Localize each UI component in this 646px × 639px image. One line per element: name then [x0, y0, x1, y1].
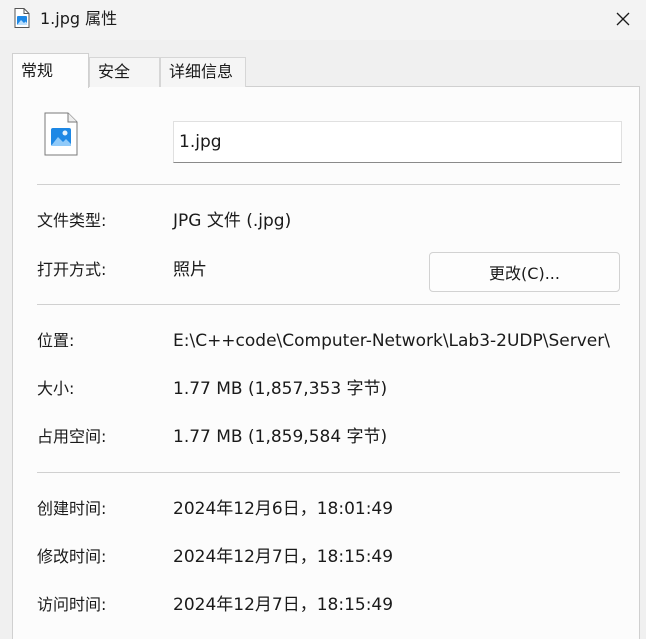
- size-label: 大小:: [37, 379, 75, 398]
- created-value: 2024年12月6日，18:01:49: [173, 499, 394, 519]
- file-name-input[interactable]: [173, 121, 622, 163]
- location-value: E:\C++code\Computer-Network\Lab3-2UDP\Se…: [173, 331, 610, 351]
- opens-with-label: 打开方式:: [37, 260, 107, 279]
- title-bar: 1.jpg 属性: [0, 0, 646, 40]
- image-file-icon: [44, 112, 78, 156]
- tab-security[interactable]: 安全: [89, 57, 160, 87]
- close-button[interactable]: [600, 0, 646, 38]
- opens-with-value: 照片: [173, 260, 207, 280]
- close-icon: [616, 12, 630, 26]
- file-type-label: 文件类型:: [37, 211, 107, 230]
- file-type-value: JPG 文件 (.jpg): [173, 211, 292, 231]
- modified-value: 2024年12月7日，18:15:49: [173, 547, 394, 567]
- change-button[interactable]: 更改(C)...: [429, 252, 620, 292]
- size-on-disk-value: 1.77 MB (1,859,584 字节): [173, 427, 388, 447]
- created-label: 创建时间:: [37, 499, 107, 518]
- divider: [37, 184, 620, 185]
- divider: [37, 472, 620, 473]
- accessed-value: 2024年12月7日，18:15:49: [173, 595, 394, 615]
- size-value: 1.77 MB (1,857,353 字节): [173, 379, 388, 399]
- modified-label: 修改时间:: [37, 547, 107, 566]
- accessed-label: 访问时间:: [37, 595, 107, 614]
- image-file-icon: [14, 8, 30, 28]
- window-title: 1.jpg 属性: [40, 9, 118, 28]
- tab-general[interactable]: 常规: [12, 53, 89, 88]
- location-label: 位置:: [37, 331, 75, 350]
- divider: [37, 304, 620, 305]
- tab-details[interactable]: 详细信息: [160, 57, 246, 87]
- size-on-disk-label: 占用空间:: [37, 427, 107, 446]
